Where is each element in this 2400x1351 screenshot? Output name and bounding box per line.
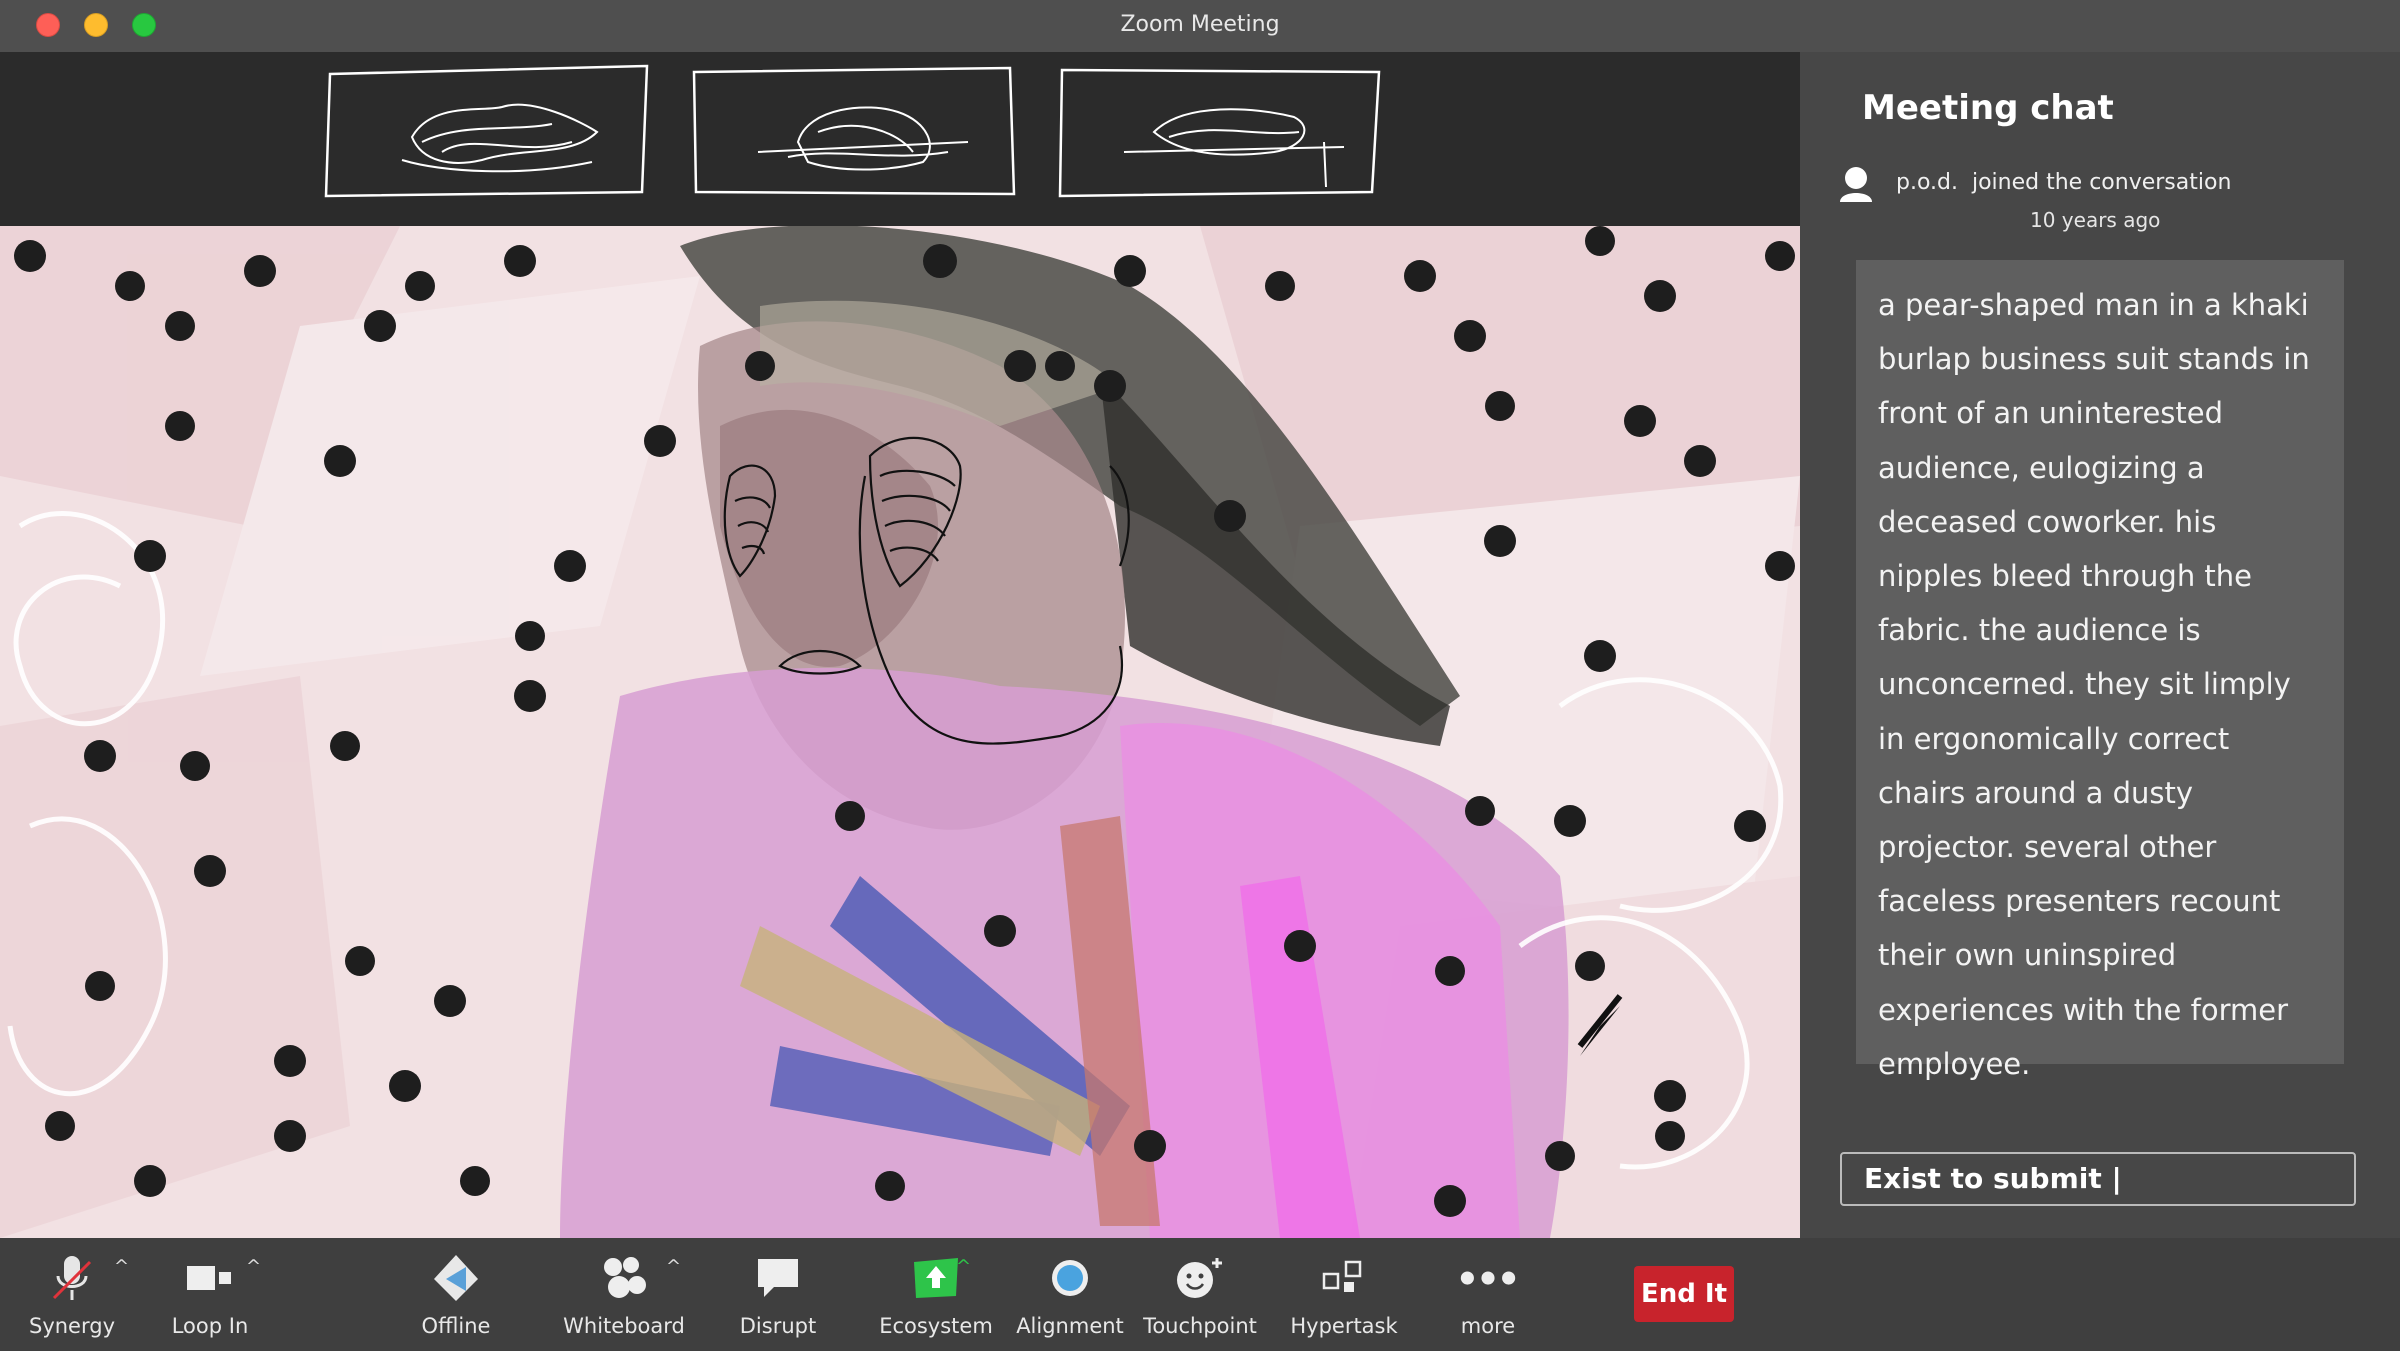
joined-text: joined the conversation [1971, 170, 2232, 195]
user-avatar-icon [1840, 167, 1872, 202]
participant-thumbnail[interactable] [688, 62, 1018, 200]
alignment-button[interactable]: Alignment [1000, 1248, 1140, 1338]
more-button[interactable]: more [1418, 1248, 1558, 1338]
meeting-toolbar: Synergy ^ Loop In ^ Offline Whiteboard ^… [0, 1238, 2400, 1351]
chat-message: a pear-shaped man in a khaki burlap busi… [1856, 260, 2344, 1081]
hypertask-button[interactable]: Hypertask [1274, 1248, 1414, 1338]
main-video-feed [0, 226, 1800, 1238]
meeting-chat-panel: Meeting chat p.o.d. joined the conversat… [1800, 52, 2400, 1238]
disrupt-button[interactable]: Disrupt [708, 1248, 848, 1338]
painted-portrait-image [0, 226, 1800, 1238]
share-arrows-icon [426, 1248, 486, 1308]
more-dots-icon [1458, 1248, 1518, 1308]
touchpoint-label: Touchpoint [1143, 1314, 1257, 1338]
chat-input-field[interactable]: Exist to submit | [1840, 1152, 2356, 1206]
ecosystem-options-caret[interactable]: ^ [956, 1256, 971, 1277]
participants-icon [594, 1248, 654, 1308]
joined-user-name: p.o.d. [1896, 170, 1958, 195]
participant-thumbnail[interactable] [1054, 62, 1384, 200]
participant-thumbnail[interactable] [322, 62, 652, 200]
synergy-label: Synergy [28, 1314, 115, 1338]
offline-label: Offline [421, 1314, 491, 1338]
loop-in-options-caret[interactable]: ^ [246, 1256, 261, 1277]
title-bar: Zoom Meeting [0, 0, 2400, 52]
disrupt-label: Disrupt [739, 1314, 817, 1338]
muted-microphone-icon [42, 1248, 102, 1308]
ecosystem-label: Ecosystem [879, 1314, 993, 1338]
more-label: more [1460, 1314, 1516, 1338]
join-timestamp: 10 years ago [2030, 208, 2161, 232]
whiteboard-label: Whiteboard [563, 1314, 685, 1338]
touchpoint-button[interactable]: Touchpoint [1130, 1248, 1270, 1338]
participant-gallery [0, 52, 1800, 228]
end-meeting-button[interactable]: End It [1634, 1266, 1734, 1322]
synergy-options-caret[interactable]: ^ [114, 1256, 129, 1277]
loop-in-label: Loop In [171, 1314, 249, 1338]
offline-button[interactable]: Offline [386, 1248, 526, 1338]
alignment-label: Alignment [1016, 1314, 1124, 1338]
apps-icon [1314, 1248, 1374, 1308]
chat-bubble-icon [748, 1248, 808, 1308]
ecosystem-button[interactable]: Ecosystem [866, 1248, 1006, 1338]
record-icon [1040, 1248, 1100, 1308]
chat-title: Meeting chat [1862, 88, 2114, 128]
reactions-icon [1170, 1248, 1230, 1308]
join-notice: p.o.d. joined the conversation [1896, 170, 2231, 195]
window-title: Zoom Meeting [1120, 12, 1280, 37]
hypertask-label: Hypertask [1290, 1314, 1398, 1338]
whiteboard-options-caret[interactable]: ^ [666, 1256, 681, 1277]
video-camera-icon [180, 1248, 240, 1308]
